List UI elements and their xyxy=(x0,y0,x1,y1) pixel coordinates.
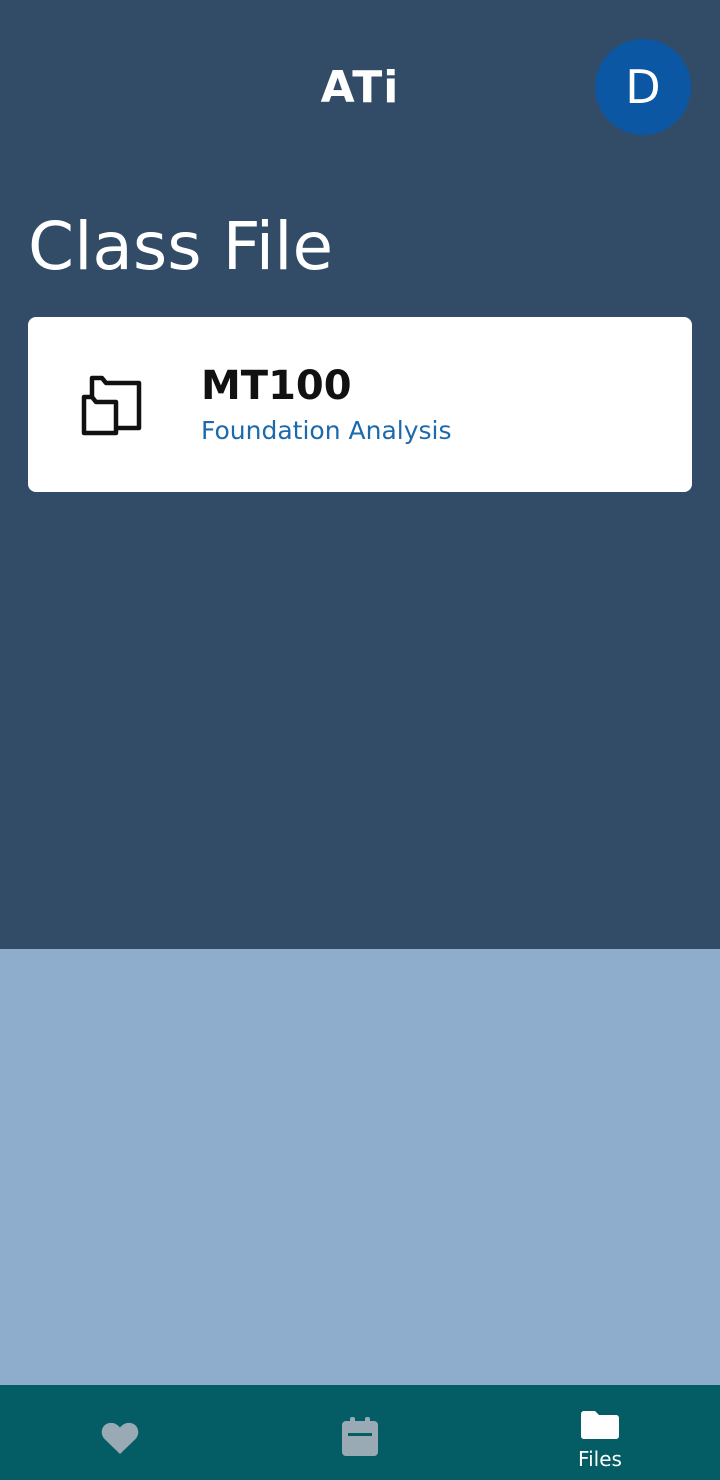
nav-item-files[interactable]: Files xyxy=(480,1385,720,1480)
top-area: ATi D Class File MT100 Foundation Analys… xyxy=(0,0,720,949)
nav-item-calendar[interactable] xyxy=(240,1385,480,1480)
folder-icon xyxy=(581,1411,619,1439)
app-header: ATi D xyxy=(0,0,720,176)
app-screen: ATi D Class File MT100 Foundation Analys… xyxy=(0,0,720,1480)
nav-item-favorites[interactable] xyxy=(0,1385,240,1480)
class-card[interactable]: MT100 Foundation Analysis xyxy=(28,317,692,492)
class-code: MT100 xyxy=(201,363,352,409)
folder-copy-icon xyxy=(81,375,142,436)
heart-icon xyxy=(101,1422,139,1454)
user-avatar[interactable]: D xyxy=(595,39,691,135)
bottom-nav: Files xyxy=(0,1385,720,1480)
page-title: Class File xyxy=(28,208,334,285)
nav-label-files: Files xyxy=(578,1447,622,1471)
class-name: Foundation Analysis xyxy=(201,416,452,445)
calendar-icon xyxy=(342,1417,378,1456)
